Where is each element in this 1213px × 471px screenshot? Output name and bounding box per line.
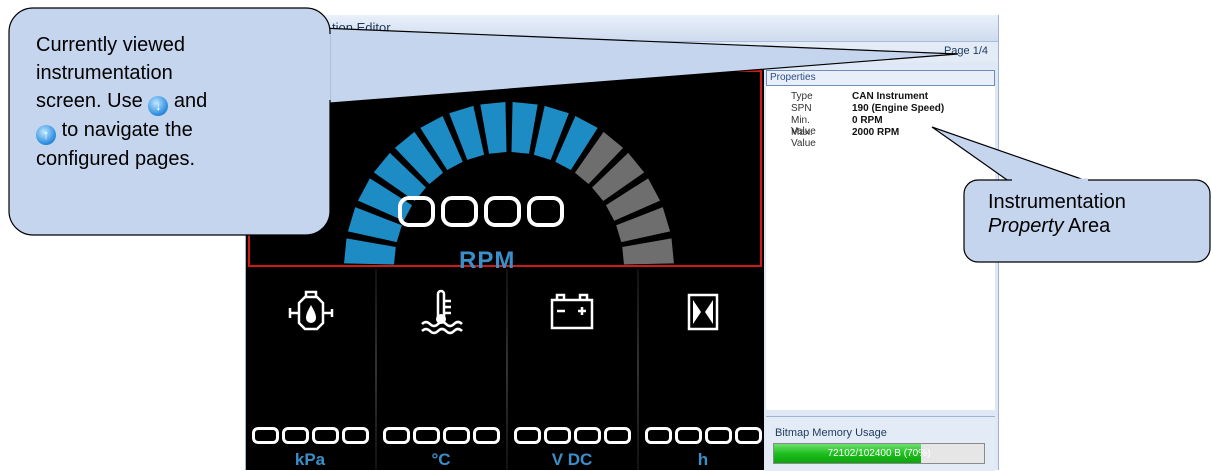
- callout-fragment: Property: [988, 215, 1064, 237]
- callout-line: ↑ to navigate the: [36, 116, 326, 145]
- callout-fragment: to navigate the: [61, 119, 193, 141]
- arrow-up-icon: ↑: [36, 125, 56, 145]
- arrow-down-icon: ↓: [148, 96, 169, 116]
- callout-line: Instrumentation: [988, 191, 1126, 213]
- callout-line: configured pages.: [36, 148, 196, 170]
- callout-fragment: Area: [1068, 215, 1111, 237]
- left-callout-pointer: [317, 27, 959, 105]
- callout-line: screen. Use ↓ and: [36, 87, 326, 116]
- left-callout-text: Currently viewed instrumentation screen.…: [36, 31, 326, 173]
- callout-line: Currently viewed: [36, 34, 185, 56]
- callout-line: Property Area: [988, 214, 1198, 238]
- right-callout-pointer: [931, 126, 1091, 183]
- right-callout-text: Instrumentation Property Area: [988, 190, 1198, 238]
- callout-line: instrumentation: [36, 62, 173, 84]
- callout-fragment: and: [173, 90, 208, 112]
- callout-fragment: screen. Use: [36, 90, 143, 112]
